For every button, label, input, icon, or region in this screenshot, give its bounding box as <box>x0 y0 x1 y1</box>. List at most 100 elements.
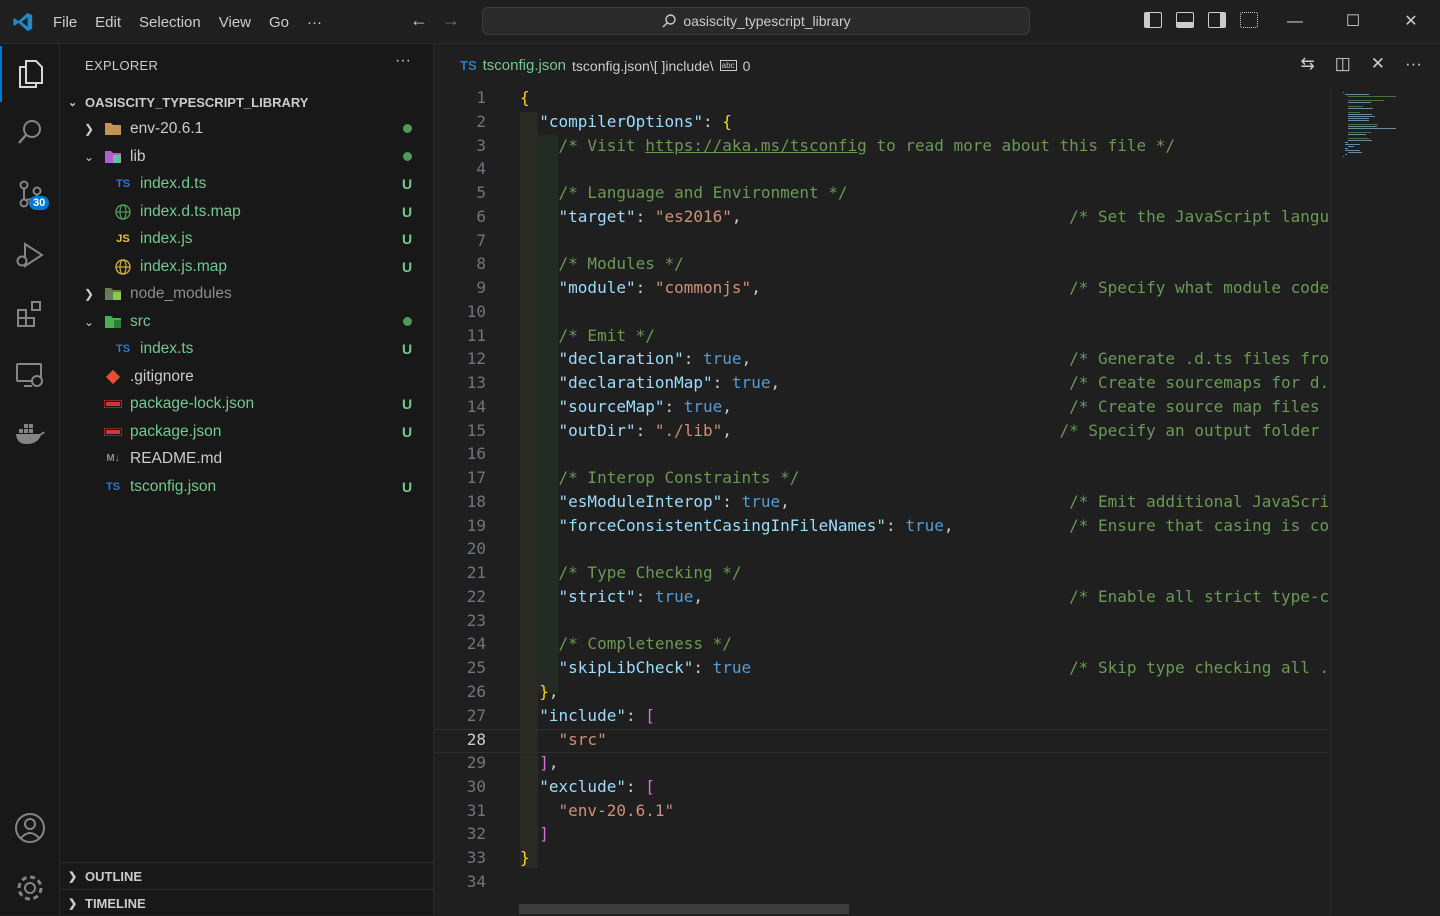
explorer-more-actions[interactable]: ··· <box>395 52 411 70</box>
close-editor-icon[interactable]: ✕ <box>1371 54 1385 74</box>
vscode-logo-icon[interactable] <box>12 11 34 33</box>
code-line[interactable]: 9 "module": "commonjs", /* Specify what … <box>434 278 1329 302</box>
window-controls: — ☐ ✕ <box>1266 0 1440 44</box>
code-line[interactable]: 20 <box>434 539 1328 563</box>
remote-explorer-icon <box>16 363 43 387</box>
open-changes-icon[interactable]: ⇆ <box>1300 54 1314 74</box>
code-line[interactable]: 17 /* Interop Constraints */ <box>434 468 1328 492</box>
timeline-panel-header[interactable]: ❯ TIMELINE <box>60 889 434 916</box>
menu-selection[interactable]: Selection <box>130 14 210 31</box>
code-line[interactable]: 15 "outDir": "./lib", /* Specify an outp… <box>434 421 1328 445</box>
code-line[interactable]: 30 "exclude": [ <box>434 777 1328 801</box>
tree-item-index-js[interactable]: JS index.js U <box>60 225 434 252</box>
tree-item-label: env-20.6.1 <box>130 119 204 137</box>
code-line[interactable]: 19 "forceConsistentCasingInFileNames": t… <box>434 515 1330 540</box>
folder-node-icon <box>104 285 122 303</box>
menu-view[interactable]: View <box>210 14 260 31</box>
back-arrow-icon[interactable]: ← <box>410 10 428 31</box>
code-text: "forceConsistentCasingInFileNames": true… <box>558 515 1330 535</box>
code-line[interactable]: 28 "src" <box>434 729 1328 754</box>
search-activity[interactable] <box>0 104 60 160</box>
code-line[interactable]: 25 "skipLibCheck": true /* Skip type che… <box>434 658 1329 682</box>
code-line[interactable]: 4 <box>434 159 1328 183</box>
tree-item-node-modules[interactable]: ❯ node_modules <box>60 280 434 307</box>
code-line[interactable]: 32 ] <box>434 824 1328 848</box>
code-line[interactable]: 23 <box>434 611 1328 635</box>
code-line[interactable]: 26 }, <box>434 682 1328 706</box>
command-center[interactable]: oasiscity_typescript_library <box>482 7 1030 35</box>
code-line[interactable]: 22 "strict": true, /* Enable all strict … <box>434 587 1329 611</box>
remote-explorer-activity[interactable] <box>0 347 60 403</box>
code-line[interactable]: 21 /* Type Checking */ <box>434 563 1328 587</box>
code-line[interactable]: 11 /* Emit */ <box>434 326 1328 350</box>
docker-icon <box>16 424 45 444</box>
code-line[interactable]: 18 "esModuleInterop": true, /* Emit addi… <box>434 492 1329 516</box>
breadcrumb-path[interactable]: tsconfig.json\[ ]include\ <box>572 58 714 74</box>
manage-activity[interactable] <box>0 860 60 916</box>
code-line[interactable]: 12 "declaration": true, /* Generate .d.t… <box>434 349 1329 373</box>
source-control-activity[interactable]: 30 <box>0 166 60 222</box>
menu-go[interactable]: Go <box>260 14 298 31</box>
code-text: /* Visit https://aka.ms/tsconfig to read… <box>558 135 1176 155</box>
customize-layout-icon[interactable] <box>1240 12 1258 28</box>
tree-item-env[interactable]: ❯ env-20.6.1 <box>60 115 434 142</box>
horizontal-scrollbar[interactable] <box>519 904 849 914</box>
docker-activity[interactable] <box>0 406 60 462</box>
code-line[interactable]: 1{ <box>434 88 1328 112</box>
minimap[interactable] <box>1330 88 1429 915</box>
code-line[interactable]: 33} <box>434 848 1328 872</box>
outline-panel-header[interactable]: ❯ OUTLINE <box>60 862 434 889</box>
tree-item-index-d-ts-map[interactable]: index.d.ts.map U <box>60 198 434 225</box>
menu-edit[interactable]: Edit <box>86 14 130 31</box>
tree-item-gitignore[interactable]: .gitignore <box>60 363 434 390</box>
accounts-activity[interactable] <box>0 800 60 856</box>
tree-item-tsconfig[interactable]: TS tsconfig.json U <box>60 473 434 500</box>
tree-item-src[interactable]: ⌄ src <box>60 308 434 335</box>
code-line[interactable]: 7 <box>434 231 1328 255</box>
code-line[interactable]: 31 "env-20.6.1" <box>434 801 1328 825</box>
code-editor[interactable]: 1{2 "compilerOptions": {3 /* Visit https… <box>434 88 1440 915</box>
activity-bar: 30 <box>0 44 60 915</box>
tree-item-index-ts[interactable]: TS index.ts U <box>60 335 434 362</box>
minimap-line <box>1347 116 1376 117</box>
code-line[interactable]: 3 /* Visit https://aka.ms/tsconfig to re… <box>434 136 1328 160</box>
code-line[interactable]: 24 /* Completeness */ <box>434 634 1328 658</box>
code-line[interactable]: 5 /* Language and Environment */ <box>434 183 1328 207</box>
toggle-panel-icon[interactable] <box>1176 12 1194 28</box>
split-editor-icon[interactable]: ◫ <box>1335 54 1351 74</box>
code-line[interactable]: 29 ], <box>434 753 1328 777</box>
close-window-button[interactable]: ✕ <box>1382 0 1440 44</box>
tree-item-index-d-ts[interactable]: TS index.d.ts U <box>60 170 434 197</box>
more-actions-icon[interactable]: ··· <box>1405 54 1422 74</box>
code-line[interactable]: 27 "include": [ <box>434 706 1328 730</box>
explorer-activity[interactable] <box>0 46 60 102</box>
minimap-line <box>1345 154 1347 155</box>
tree-item-package-json[interactable]: package.json U <box>60 418 434 445</box>
tree-item-package-lock[interactable]: package-lock.json U <box>60 390 434 417</box>
code-line[interactable]: 10 <box>434 302 1328 326</box>
line-number: 25 <box>466 658 486 677</box>
minimize-button[interactable]: — <box>1266 0 1324 44</box>
tree-item-index-js-map[interactable]: index.js.map U <box>60 253 434 280</box>
toggle-secondary-sidebar-icon[interactable] <box>1208 12 1226 28</box>
vertical-scrollbar[interactable] <box>1428 88 1440 915</box>
tree-item-readme[interactable]: M↓ README.md <box>60 445 434 472</box>
code-line[interactable]: 8 /* Modules */ <box>434 254 1328 278</box>
run-debug-activity[interactable] <box>0 227 60 283</box>
forward-arrow-icon[interactable]: → <box>442 10 460 31</box>
breadcrumb-index[interactable]: 0 <box>743 58 751 74</box>
tree-item-lib[interactable]: ⌄ lib <box>60 143 434 170</box>
code-line[interactable]: 2 "compilerOptions": { <box>434 112 1328 136</box>
menu-file[interactable]: File <box>44 14 86 31</box>
maximize-button[interactable]: ☐ <box>1324 0 1382 44</box>
code-line[interactable]: 6 "target": "es2016", /* Set the JavaScr… <box>434 207 1329 231</box>
code-line[interactable]: 16 <box>434 444 1328 468</box>
menu-more[interactable]: ··· <box>298 14 331 31</box>
tab-tsconfig[interactable]: tsconfig.json <box>483 57 566 74</box>
project-folder-header[interactable]: ⌄ OASISCITY_TYPESCRIPT_LIBRARY <box>60 90 434 114</box>
extensions-activity[interactable] <box>0 286 60 342</box>
code-line[interactable]: 14 "sourceMap": true, /* Create source m… <box>434 397 1328 421</box>
toggle-primary-sidebar-icon[interactable] <box>1144 12 1162 28</box>
code-line[interactable]: 13 "declarationMap": true, /* Create sou… <box>434 373 1329 397</box>
code-line[interactable]: 34 <box>434 872 1328 896</box>
